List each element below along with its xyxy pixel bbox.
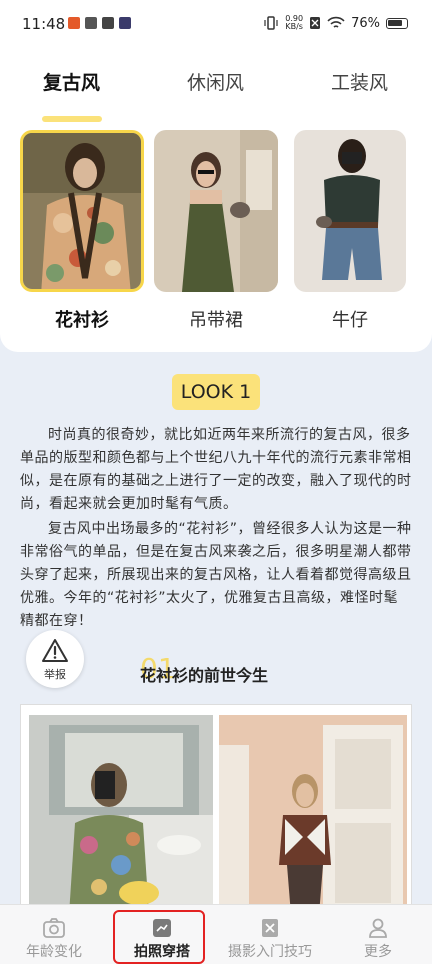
report-button[interactable]: 举报 (26, 630, 84, 688)
person-icon (369, 918, 387, 938)
status-bar: 11:48 0.90 KB/s 76% (0, 0, 432, 50)
nav-more[interactable]: 更多 (324, 905, 432, 964)
nav-photography-tips[interactable]: 摄影入门技巧 (216, 905, 324, 964)
tab-workwear[interactable]: 工装风 (331, 68, 388, 95)
thumb-slip-dress[interactable] (154, 130, 278, 292)
active-tab-highlight (113, 910, 205, 964)
vibrate-icon (264, 16, 278, 30)
photo-room-outfit (219, 715, 407, 915)
report-label: 举报 (44, 668, 66, 681)
battery-icon (386, 17, 408, 29)
net-speed: 0.90 KB/s (285, 14, 304, 31)
bottom-nav: 年龄变化 拍照穿搭 摄影入门技巧 更多 (0, 904, 432, 964)
nav-more-label: 更多 (364, 944, 392, 960)
warning-icon (42, 639, 68, 662)
room-outfit-image (219, 715, 407, 915)
tab-casual[interactable]: 休闲风 (187, 68, 244, 95)
article-paragraph-2: 复古风中出场最多的“花衬衫”，曾经很多人认为这是一种非常俗气的单品，但是在复古风… (20, 521, 412, 629)
style-selector-card: 复古风 休闲风 工装风 花衬衫 吊带裙 牛仔 (0, 50, 432, 352)
photo-mirror-selfie (29, 715, 213, 915)
nav-age-change[interactable]: 年龄变化 (0, 905, 108, 964)
book-icon (262, 919, 278, 937)
battery-percent: 76% (351, 15, 380, 31)
tab-underline (42, 116, 102, 122)
nav-photography-tips-label: 摄影入门技巧 (228, 944, 312, 960)
notification-icons (68, 17, 131, 29)
article-paragraph-1: 时尚真的很奇妙，就比如近两年来所流行的复古风，很多单品的版型和颜色都与上个世纪八… (20, 427, 412, 512)
sim-icon (310, 17, 321, 29)
mirror-selfie-image (29, 715, 213, 915)
look-badge: LOOK 1 (172, 374, 260, 410)
thumb-label-floral-shirt: 花衬衫 (55, 310, 109, 331)
photo-frame (20, 704, 412, 915)
thumb-floral-shirt[interactable] (20, 130, 144, 292)
section-title: 花衬衫的前世今生 (140, 666, 269, 685)
slip-dress-image (154, 130, 278, 292)
wifi-icon (327, 16, 345, 28)
tab-retro[interactable]: 复古风 (43, 68, 100, 95)
link-notification-icon (85, 17, 97, 29)
mail-notification-icon (102, 17, 114, 29)
thumb-label-denim: 牛仔 (332, 310, 368, 331)
thumb-label-slip-dress: 吊带裙 (189, 310, 243, 331)
app-notification-icon (68, 17, 80, 29)
camera-icon (43, 918, 65, 938)
floral-shirt-image (23, 133, 141, 289)
thumb-denim[interactable] (294, 130, 406, 292)
denim-image (294, 130, 406, 292)
nav-age-change-label: 年龄变化 (26, 944, 82, 960)
status-time: 11:48 (22, 15, 66, 33)
play-notification-icon (119, 17, 131, 29)
style-tabs: 复古风 休闲风 工装风 (0, 68, 432, 122)
